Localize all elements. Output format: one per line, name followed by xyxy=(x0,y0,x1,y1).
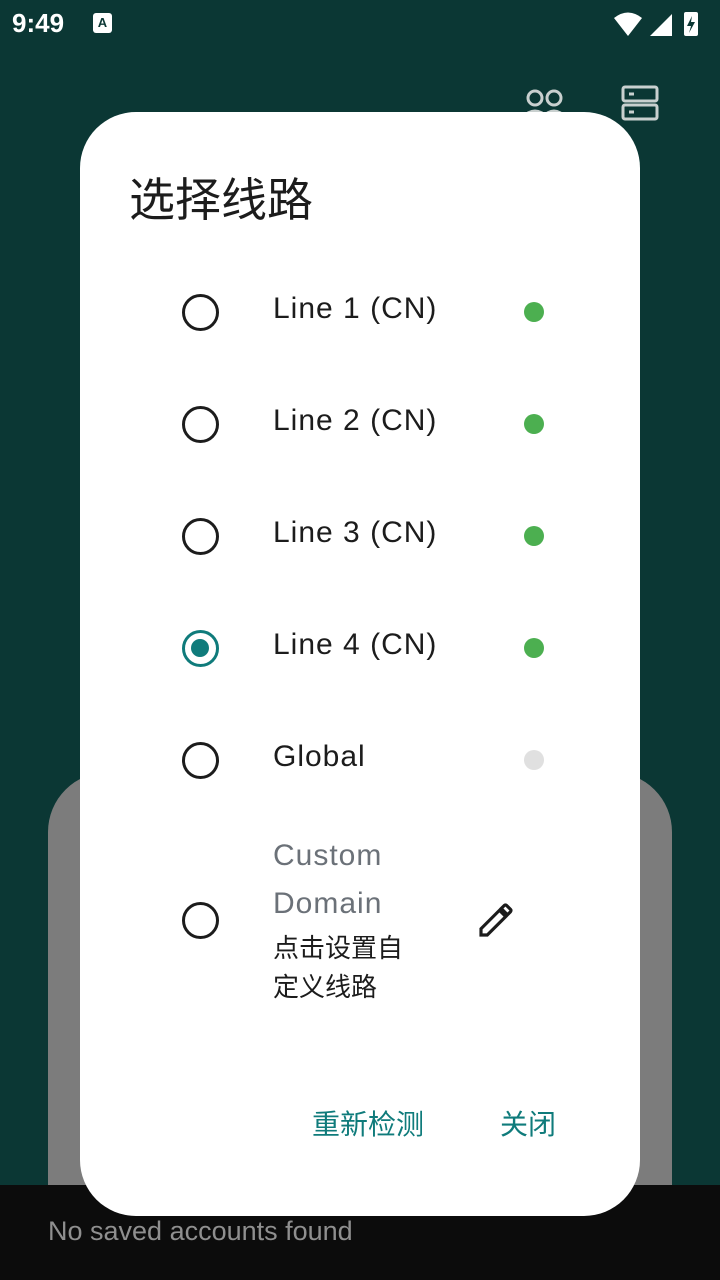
option-label: Line 3 (CN) xyxy=(273,516,438,549)
option-global[interactable]: Global xyxy=(80,704,640,816)
radio-button[interactable] xyxy=(182,742,219,779)
radio-button[interactable] xyxy=(182,294,219,331)
status-dot xyxy=(524,414,544,434)
option-label: Global xyxy=(273,740,366,773)
custom-domain-label: Custom Domain xyxy=(273,839,383,920)
status-dot xyxy=(524,750,544,770)
line-select-dialog: 选择线路 Line 1 (CN) Line 2 (CN) Line 3 (CN)… xyxy=(80,112,640,1216)
option-line-4[interactable]: Line 4 (CN) xyxy=(80,592,640,704)
notification-badge-icon: A xyxy=(93,13,112,33)
option-label: Line 2 (CN) xyxy=(273,404,438,437)
status-dot xyxy=(524,526,544,546)
wifi-icon xyxy=(614,12,642,36)
radio-button[interactable] xyxy=(182,902,219,939)
retest-button[interactable]: 重新检测 xyxy=(312,1103,424,1143)
option-label: Line 4 (CN) xyxy=(273,628,438,661)
option-line-3[interactable]: Line 3 (CN) xyxy=(80,480,640,592)
status-icons xyxy=(612,10,708,44)
radio-button[interactable] xyxy=(182,406,219,443)
signal-icon xyxy=(650,14,672,36)
option-label: Line 1 (CN) xyxy=(273,292,438,325)
close-button[interactable]: 关闭 xyxy=(500,1103,556,1143)
empty-accounts-message: No saved accounts found xyxy=(48,1216,353,1246)
option-custom-domain[interactable]: Custom Domain 点击设置自定义线路 xyxy=(80,824,640,1024)
status-dot xyxy=(524,638,544,658)
dialog-title: 选择线路 xyxy=(129,173,313,227)
status-dot xyxy=(524,302,544,322)
status-time: 9:49 xyxy=(12,8,65,38)
radio-button[interactable] xyxy=(182,518,219,555)
pencil-icon[interactable] xyxy=(476,900,516,944)
option-line-1[interactable]: Line 1 (CN) xyxy=(80,256,640,368)
option-line-2[interactable]: Line 2 (CN) xyxy=(80,368,640,480)
status-bar: 9:49 A xyxy=(0,0,720,50)
radio-button-selected[interactable] xyxy=(182,630,219,667)
custom-domain-hint: 点击设置自定义线路 xyxy=(273,934,404,1003)
servers-icon xyxy=(621,85,659,121)
